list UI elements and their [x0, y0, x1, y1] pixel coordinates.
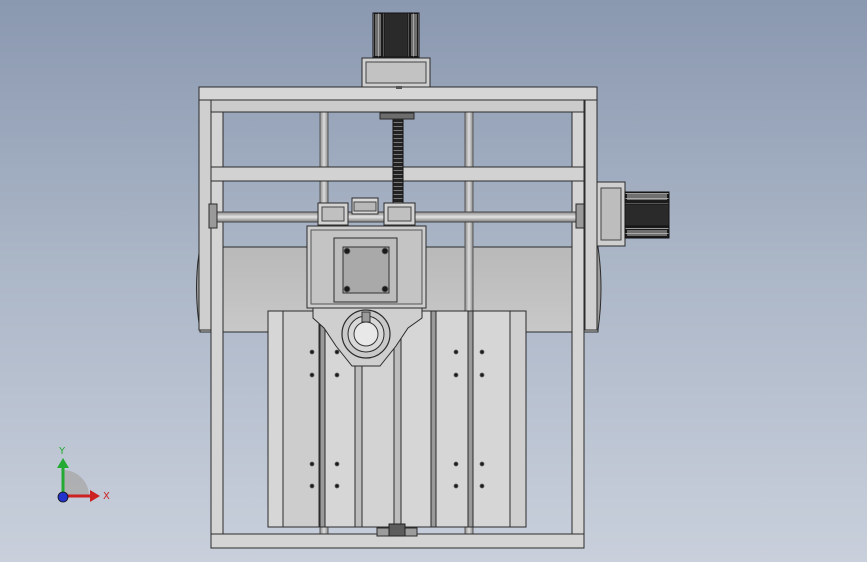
graphics-viewport[interactable]: Y X	[0, 0, 867, 562]
rod-end-left[interactable]	[208, 203, 218, 229]
top-stepper-motor[interactable]	[361, 12, 431, 89]
triad-z-axis-icon	[57, 491, 69, 503]
rod-end-right[interactable]	[575, 203, 585, 229]
lead-screw[interactable]	[392, 117, 404, 211]
triad-y-arrow-icon	[57, 458, 69, 468]
triad-x-arrow-icon	[90, 490, 100, 502]
frame-top-beam-inner[interactable]	[210, 99, 585, 113]
cnc-machine-front-view[interactable]: Y X	[0, 0, 867, 562]
triad-xy-plane	[63, 470, 89, 496]
lead-screw-coupler[interactable]	[379, 112, 415, 120]
frame-right-post[interactable]	[584, 86, 598, 331]
triad-x-label: X	[103, 491, 110, 502]
triad-y-label: Y	[58, 446, 66, 457]
coordinate-triad: Y X	[57, 446, 110, 503]
right-stepper-motor[interactable]	[596, 181, 670, 247]
